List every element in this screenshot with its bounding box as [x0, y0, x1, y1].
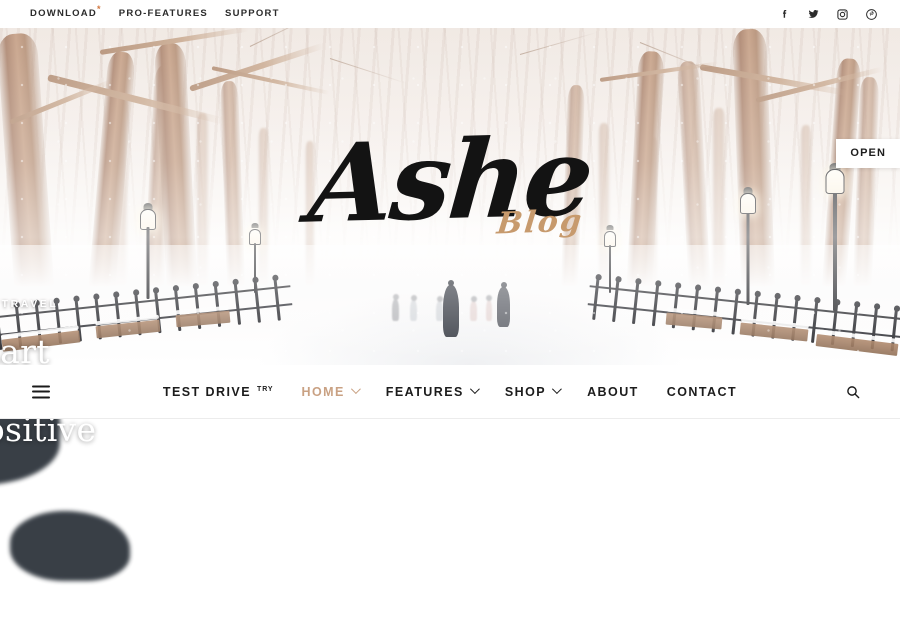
pinterest-icon[interactable]	[865, 8, 878, 21]
topbar-link-download-label: DOWNLOAD	[30, 8, 97, 19]
chevron-down-icon	[469, 383, 480, 394]
nav-item-home[interactable]: HOME	[301, 383, 361, 399]
fog-overlay	[0, 28, 900, 365]
nav-item-label: HOME	[301, 384, 345, 399]
facebook-icon[interactable]	[778, 8, 791, 21]
chevron-down-icon	[350, 383, 361, 394]
search-icon[interactable]	[844, 383, 862, 401]
twitter-icon[interactable]	[807, 8, 820, 21]
snow-park-photo	[0, 28, 900, 365]
hamburger-line	[32, 396, 50, 398]
main-content: TRAVEL Start Day Positive	[0, 298, 900, 619]
nav-item-about[interactable]: ABOUT	[587, 385, 639, 399]
nav-item-superscript: TRY	[257, 385, 274, 393]
nav-menu: TEST DRIVE TRY HOME FEATURES SHOP ABOUT …	[163, 383, 737, 399]
social-links	[778, 8, 878, 21]
topbar-link-support[interactable]: SUPPORT	[225, 8, 280, 20]
open-panel-tab[interactable]: OPEN	[836, 139, 900, 168]
nav-item-label: SHOP	[504, 384, 547, 399]
nav-item-features[interactable]: FEATURES	[385, 383, 480, 399]
nav-item-label: TEST DRIVE	[162, 384, 252, 399]
chevron-down-icon	[552, 383, 562, 394]
site-header-hero: Ashe Blog OPEN	[0, 28, 900, 365]
top-utility-bar: DOWNLOAD* PRO-FEATURES SUPPORT	[0, 0, 900, 28]
topbar-link-download[interactable]: DOWNLOAD*	[30, 5, 102, 20]
main-navigation-bar: TEST DRIVE TRY HOME FEATURES SHOP ABOUT …	[0, 365, 900, 419]
hamburger-icon[interactable]	[32, 385, 50, 398]
hamburger-line	[32, 385, 50, 387]
nav-item-contact[interactable]: CONTACT	[667, 385, 737, 399]
topbar-links: DOWNLOAD* PRO-FEATURES SUPPORT	[30, 5, 280, 20]
hamburger-line	[32, 390, 50, 393]
topbar-link-pro-features[interactable]: PRO-FEATURES	[119, 8, 208, 20]
nav-item-shop[interactable]: SHOP	[504, 383, 562, 399]
instagram-icon[interactable]	[836, 8, 849, 21]
nav-item-label: FEATURES	[385, 384, 464, 399]
download-star-icon: *	[97, 4, 102, 14]
nav-item-test-drive[interactable]: TEST DRIVE TRY	[163, 385, 274, 399]
